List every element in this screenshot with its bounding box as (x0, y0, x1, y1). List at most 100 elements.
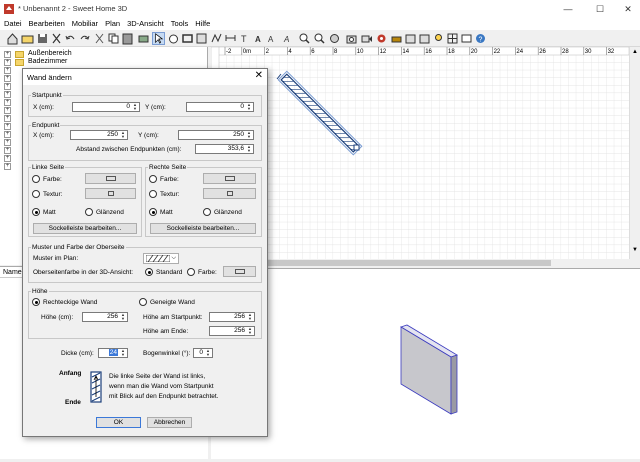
create-dimensions-icon[interactable] (224, 32, 237, 45)
cancel-button[interactable]: Abbrechen (147, 417, 192, 428)
top-color-radio[interactable] (187, 268, 195, 276)
add-furniture-icon[interactable] (137, 32, 150, 45)
left-color-radio[interactable] (32, 175, 40, 183)
right-matt-label: Matt (160, 209, 173, 216)
right-color-radio[interactable] (149, 175, 157, 183)
wall-end-handle[interactable] (353, 144, 360, 151)
thickness-field[interactable]: 24 ▲ ▼ (98, 348, 128, 358)
ruler-label: 20 (471, 49, 478, 55)
height-start-field[interactable]: 256 ▲ ▼ (209, 312, 255, 322)
furniture-icon[interactable] (390, 32, 403, 45)
cut-tool-icon[interactable] (93, 32, 106, 45)
grid-icon[interactable] (446, 32, 459, 45)
menu-plan[interactable]: Plan (105, 18, 120, 30)
undo-icon[interactable] (64, 32, 77, 45)
start-x-field[interactable]: 0 ▲ ▼ (72, 102, 140, 112)
select-mode-icon[interactable] (152, 32, 165, 45)
arc-angle-label: Bogenwinkel (°): (143, 350, 191, 357)
start-y-field[interactable]: 0 ▲ ▼ (186, 102, 254, 112)
endpoint-legend: Endpunkt (31, 122, 61, 129)
hatch-pattern-icon (146, 255, 170, 262)
right-texture-button[interactable] (203, 188, 256, 199)
column-name[interactable]: Name (3, 269, 22, 276)
text-bold-icon[interactable]: A (252, 32, 265, 45)
window-title: * Unbenannt 2 - Sweet Home 3D (18, 4, 128, 13)
create-video-icon[interactable] (360, 32, 373, 45)
scroll-up-icon[interactable]: ▲ (631, 49, 639, 57)
height-end-field[interactable]: 256 ▲ ▼ (209, 326, 255, 336)
right-side-legend: Rechte Seite (148, 164, 188, 171)
scroll-thumb[interactable] (251, 260, 551, 266)
left-texture-radio[interactable] (32, 190, 40, 198)
create-rooms-icon[interactable] (195, 32, 208, 45)
right-texture-radio[interactable] (149, 190, 157, 198)
pattern-select[interactable]: ⌵ (143, 253, 179, 264)
end-y-field[interactable]: 250 ▲ ▼ (178, 130, 254, 140)
pattern-legend: Muster und Farbe der Oberseite (31, 244, 126, 251)
sloped-wall-radio[interactable] (139, 298, 147, 306)
expand-icon[interactable]: + (4, 59, 11, 66)
zoom-in-icon[interactable] (298, 32, 311, 45)
height-field[interactable]: 256 ▲ ▼ (82, 312, 128, 322)
top-color-button[interactable] (223, 266, 256, 277)
expand-icon[interactable]: + (4, 51, 11, 58)
right-color-label: Farbe: (160, 176, 179, 183)
export-icon[interactable] (418, 32, 431, 45)
menu-mobiliar[interactable]: Mobiliar (72, 18, 98, 30)
scroll-down-icon[interactable]: ▼ (631, 247, 639, 255)
pan-mode-icon[interactable] (167, 32, 180, 45)
zoom-out-icon[interactable] (313, 32, 326, 45)
create-walls-icon[interactable] (181, 32, 194, 45)
left-glossy-radio[interactable] (85, 208, 93, 216)
arc-angle-field[interactable]: 0 ▲ ▼ (193, 348, 213, 358)
spinner-icon: ▲ ▼ (133, 102, 137, 111)
plan-vertical-scrollbar[interactable]: ▲ ▼ (629, 47, 640, 259)
text-italic-icon[interactable]: A (280, 32, 293, 45)
aerial-view-icon[interactable] (328, 32, 341, 45)
copy-icon[interactable] (107, 32, 120, 45)
menu-bearbeiten[interactable]: Bearbeiten (29, 18, 65, 30)
end-x-field[interactable]: 250 ▲ ▼ (70, 130, 128, 140)
3d-view[interactable] (211, 268, 640, 459)
distance-field[interactable]: 353,6 ▲ ▼ (195, 144, 254, 154)
maximize-button[interactable]: ☐ (592, 2, 608, 16)
paste-icon[interactable] (121, 32, 134, 45)
plan-horizontal-scrollbar[interactable] (211, 259, 629, 267)
close-button[interactable]: ✕ (620, 2, 636, 16)
new-home-icon[interactable] (6, 32, 19, 45)
help-icon[interactable]: ? (474, 32, 487, 45)
left-texture-button[interactable] (85, 188, 136, 199)
add-text-icon[interactable]: T (238, 32, 251, 45)
left-baseboard-button[interactable]: Sockelleiste bearbeiten... (33, 223, 137, 234)
open-icon[interactable] (21, 32, 34, 45)
right-baseboard-button[interactable]: Sockelleiste bearbeiten... (150, 223, 256, 234)
menu-tools[interactable]: Tools (171, 18, 189, 30)
right-glossy-radio[interactable] (203, 208, 211, 216)
top-standard-radio[interactable] (145, 268, 153, 276)
import-icon[interactable] (404, 32, 417, 45)
menu-hilfe[interactable]: Hilfe (195, 18, 210, 30)
save-icon[interactable] (36, 32, 49, 45)
level-icon[interactable] (460, 32, 473, 45)
ruler-label: 26 (539, 49, 546, 55)
text-size-icon[interactable]: A (266, 32, 279, 45)
right-color-button[interactable] (203, 173, 256, 184)
right-matt-radio[interactable] (149, 208, 157, 216)
menu-datei[interactable]: Datei (4, 18, 22, 30)
menu-3d-ansicht[interactable]: 3D-Ansicht (127, 18, 164, 30)
dialog-title: Wand ändern (27, 73, 72, 82)
create-polylines-icon[interactable] (210, 32, 223, 45)
minimize-button[interactable]: — (560, 2, 576, 16)
redo-icon[interactable] (78, 32, 91, 45)
create-photo-icon[interactable] (345, 32, 358, 45)
preferences-icon[interactable] (375, 32, 388, 45)
plan-view[interactable]: -2 0m 2 4 6 8 10 12 14 16 18 20 22 24 26 28 30 32 (211, 47, 629, 259)
dialog-close-icon[interactable]: ✕ (255, 70, 263, 81)
rect-wall-radio[interactable] (32, 298, 40, 306)
light-icon[interactable] (432, 32, 445, 45)
ok-button[interactable]: OK (96, 417, 141, 428)
left-color-button[interactable] (85, 173, 136, 184)
cut-icon[interactable] (50, 32, 63, 45)
left-matt-radio[interactable] (32, 208, 40, 216)
ruler-label: 14 (402, 49, 409, 55)
